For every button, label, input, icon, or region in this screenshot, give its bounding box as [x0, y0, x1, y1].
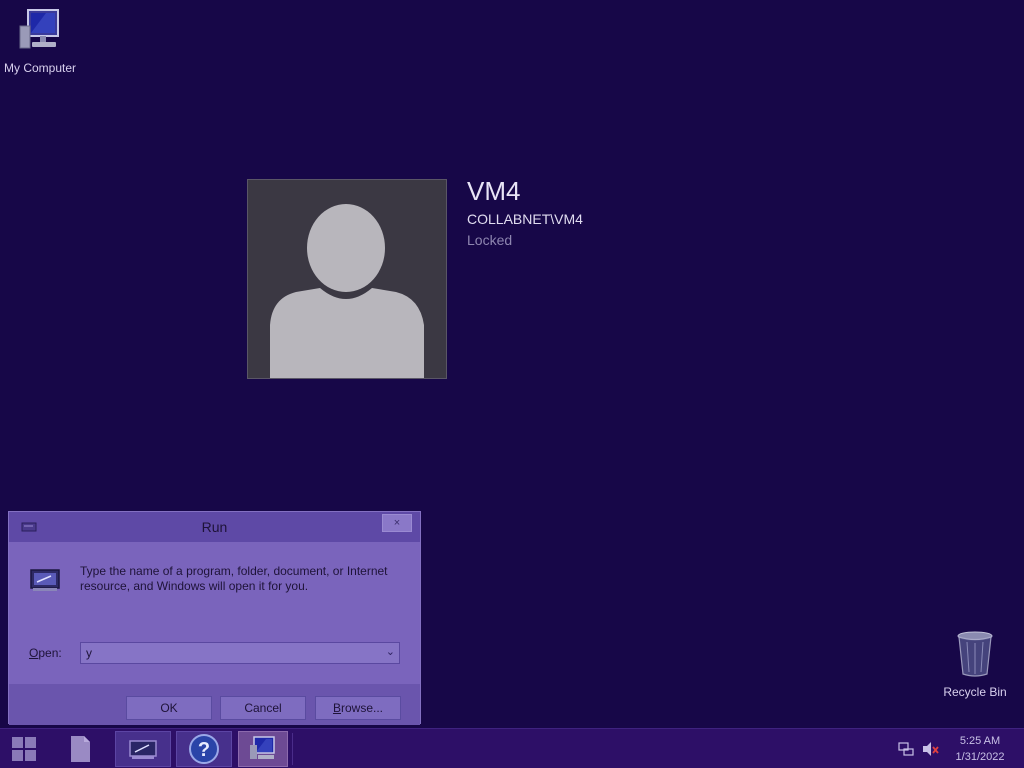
volume-muted-icon[interactable] — [922, 741, 940, 762]
taskbar-file[interactable] — [62, 731, 98, 767]
open-label: Open: — [29, 646, 62, 660]
taskbar: ? 5:25 AM 1/31/2022 — [0, 728, 1024, 768]
run-app-icon — [29, 566, 61, 599]
desktop-icon-my-computer[interactable]: My Computer — [0, 8, 80, 75]
desktop-icon-recycle-bin[interactable]: Recycle Bin — [935, 630, 1015, 699]
run-footer: OK Cancel Browse... — [9, 684, 420, 725]
explorer-icon — [250, 736, 275, 759]
cancel-button[interactable]: Cancel — [220, 696, 306, 720]
user-info: VM4 COLLABNET\VM4 Locked — [467, 176, 583, 248]
user-account: COLLABNET\VM4 — [467, 211, 583, 227]
user-silhouette-icon — [270, 204, 424, 378]
open-combobox[interactable]: y ⌄ — [80, 642, 400, 664]
recycle-bin-icon — [935, 630, 1015, 681]
chevron-down-icon[interactable]: ⌄ — [386, 645, 395, 658]
system-clock[interactable]: 5:25 AM 1/31/2022 — [945, 733, 1015, 765]
ok-button[interactable]: OK — [126, 696, 212, 720]
help-icon: ? — [189, 734, 219, 764]
user-avatar — [247, 179, 447, 379]
clock-time: 5:25 AM — [959, 735, 1001, 747]
start-icon — [12, 737, 36, 761]
run-description: Type the name of a program, folder, docu… — [80, 564, 388, 593]
start-button[interactable] — [6, 731, 42, 767]
network-icon[interactable] — [898, 741, 914, 762]
run-app-icon — [129, 740, 157, 759]
user-status: Locked — [467, 232, 513, 248]
run-body: Type the name of a program, folder, docu… — [9, 542, 420, 684]
dialog-title: Run — [201, 519, 228, 535]
clock-date: 1/31/2022 — [955, 751, 1005, 763]
file-icon — [71, 736, 90, 762]
desktop-icon-label: My Computer — [3, 61, 77, 75]
taskbar-separator — [292, 733, 293, 765]
user-name: VM4 — [467, 176, 521, 206]
computer-icon — [0, 8, 80, 57]
open-input[interactable]: y — [86, 646, 92, 660]
taskbar-help[interactable]: ? — [176, 731, 232, 767]
svg-text:?: ? — [198, 739, 210, 761]
run-titlebar[interactable]: Run × — [9, 512, 420, 542]
taskbar-explorer[interactable] — [238, 731, 288, 767]
close-button[interactable]: × — [382, 514, 412, 532]
desktop-icon-label: Recycle Bin — [943, 685, 1007, 699]
browse-button[interactable]: Browse... — [315, 696, 401, 720]
taskbar-run[interactable] — [115, 731, 171, 767]
run-dialog: Run × Type the name of a program, folder… — [8, 511, 421, 725]
